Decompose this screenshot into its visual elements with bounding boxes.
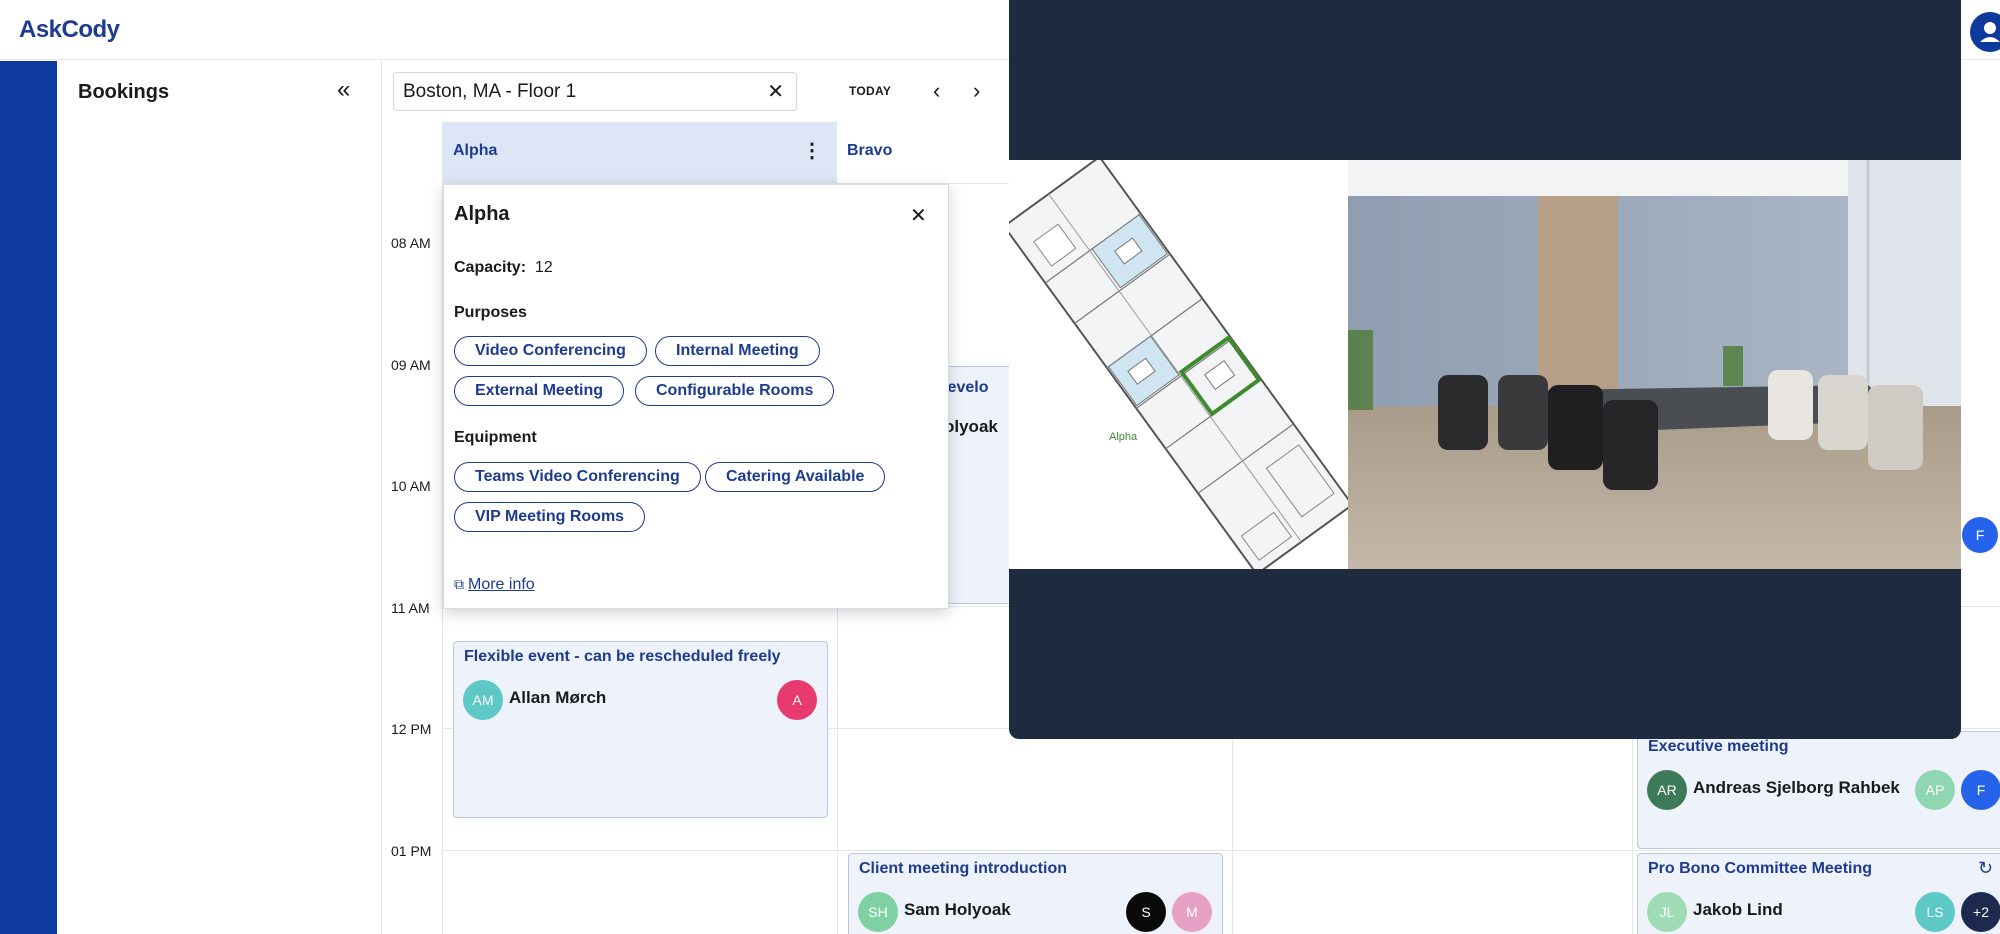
equipment-chip[interactable]: Catering Available — [705, 462, 886, 492]
close-icon[interactable]: ✕ — [767, 79, 784, 104]
user-icon — [1980, 22, 2000, 42]
refresh-icon: ↻ — [1978, 858, 1994, 878]
event-title: Flexible event - can be rescheduled free… — [464, 648, 781, 665]
askcody-logo[interactable]: AskCody — [19, 16, 120, 44]
floor-plan-image: Alpha — [1002, 155, 1354, 576]
close-icon[interactable]: ✕ — [910, 203, 927, 228]
attendee-avatar: A — [777, 680, 817, 720]
floor-plan-drawing: Alpha — [1002, 155, 1354, 576]
event-flexible[interactable]: Flexible event - can be rescheduled free… — [453, 641, 828, 818]
column-header-alpha[interactable]: Alpha ⋮ — [443, 122, 837, 184]
more-info-link[interactable]: ⧉ More info — [454, 576, 535, 594]
more-vertical-icon[interactable]: ⋮ — [802, 138, 822, 163]
equipment-heading: Equipment — [454, 429, 537, 446]
time-label: 09 AM — [391, 357, 431, 373]
time-label: 12 PM — [391, 721, 432, 737]
more-info-label: More info — [468, 576, 535, 593]
column-title: Alpha — [453, 142, 498, 159]
left-nav-rail — [0, 61, 57, 934]
capacity-label: Capacity: — [454, 259, 527, 276]
equipment-chip[interactable]: Teams Video Conferencing — [454, 462, 701, 492]
more-attendees-badge[interactable]: +2 — [1961, 892, 2000, 932]
event-organizer: Andreas Sjelborg Rahbek — [1693, 778, 1900, 797]
event-organizer: Allan Mørch — [509, 688, 607, 707]
attendee-avatar: F — [1962, 517, 1998, 553]
event-organizer: Jakob Lind — [1693, 900, 1783, 919]
purpose-chip[interactable]: Configurable Rooms — [635, 376, 835, 406]
time-column: 08 AM 09 AM 10 AM 11 AM 12 PM 01 PM — [382, 122, 443, 934]
room-photo-drawing — [1348, 160, 1961, 569]
attendee-avatar: LS — [1915, 892, 1955, 932]
external-link-icon: ⧉ — [454, 576, 464, 592]
bookings-sidebar: Bookings « — [57, 61, 382, 934]
event-title: Executive meeting — [1648, 738, 1789, 755]
event-pro-bono[interactable]: Pro Bono Committee Meeting JL Jakob Lind… — [1637, 853, 2000, 934]
floor-plan-room-label: Alpha — [1109, 431, 1138, 443]
attendee-avatar: M — [1172, 892, 1212, 932]
purposes-heading: Purposes — [454, 304, 527, 321]
avatar: SH — [858, 892, 898, 932]
avatar: AM — [463, 680, 503, 720]
event-title: Pro Bono Committee Meeting — [1648, 860, 1873, 877]
attendee-avatar: S — [1126, 892, 1166, 932]
capacity-value: 12 — [534, 259, 553, 276]
location-value: Boston, MA - Floor 1 — [403, 81, 577, 102]
attendee-avatar: AP — [1915, 770, 1955, 810]
chevron-right-icon[interactable]: › — [973, 78, 980, 104]
purpose-chip[interactable]: Video Conferencing — [454, 336, 647, 366]
room-image-lightbox[interactable]: Alpha — [1002, 0, 1961, 739]
time-label: 08 AM — [391, 235, 431, 251]
event-client-meeting[interactable]: Client meeting introduction SH Sam Holyo… — [848, 853, 1223, 934]
event-title: Client meeting introduction — [859, 860, 1067, 877]
attendee-avatar: F — [1961, 770, 2000, 810]
user-avatar-button[interactable] — [1970, 12, 2000, 52]
purpose-chip[interactable]: Internal Meeting — [655, 336, 820, 366]
avatar: JL — [1647, 892, 1687, 932]
equipment-chip[interactable]: VIP Meeting Rooms — [454, 502, 646, 532]
event-organizer: olyoak — [944, 417, 998, 436]
chevron-left-icon[interactable]: ‹ — [933, 78, 940, 104]
chevrons-left-icon[interactable]: « — [337, 78, 350, 102]
popover-title: Alpha — [454, 203, 510, 225]
event-organizer: Sam Holyoak — [904, 900, 1011, 919]
capacity: Capacity: 12 — [454, 259, 553, 277]
sidebar-title: Bookings — [78, 81, 170, 103]
column-title: Bravo — [847, 142, 893, 159]
time-label: 01 PM — [391, 843, 432, 859]
purpose-chip[interactable]: External Meeting — [454, 376, 625, 406]
time-label: 10 AM — [391, 478, 431, 494]
avatar: AR — [1647, 770, 1687, 810]
today-button[interactable]: TODAY — [849, 84, 891, 98]
hour-line — [443, 850, 2000, 851]
room-photo — [1348, 160, 1961, 569]
time-label: 11 AM — [391, 600, 430, 616]
location-select[interactable]: Boston, MA - Floor 1 ✕ — [393, 72, 797, 111]
room-info-popover: Alpha ✕ Capacity: 12 Purposes Video Conf… — [443, 184, 949, 609]
event-executive-meeting[interactable]: Executive meeting AR Andreas Sjelborg Ra… — [1637, 731, 2000, 849]
